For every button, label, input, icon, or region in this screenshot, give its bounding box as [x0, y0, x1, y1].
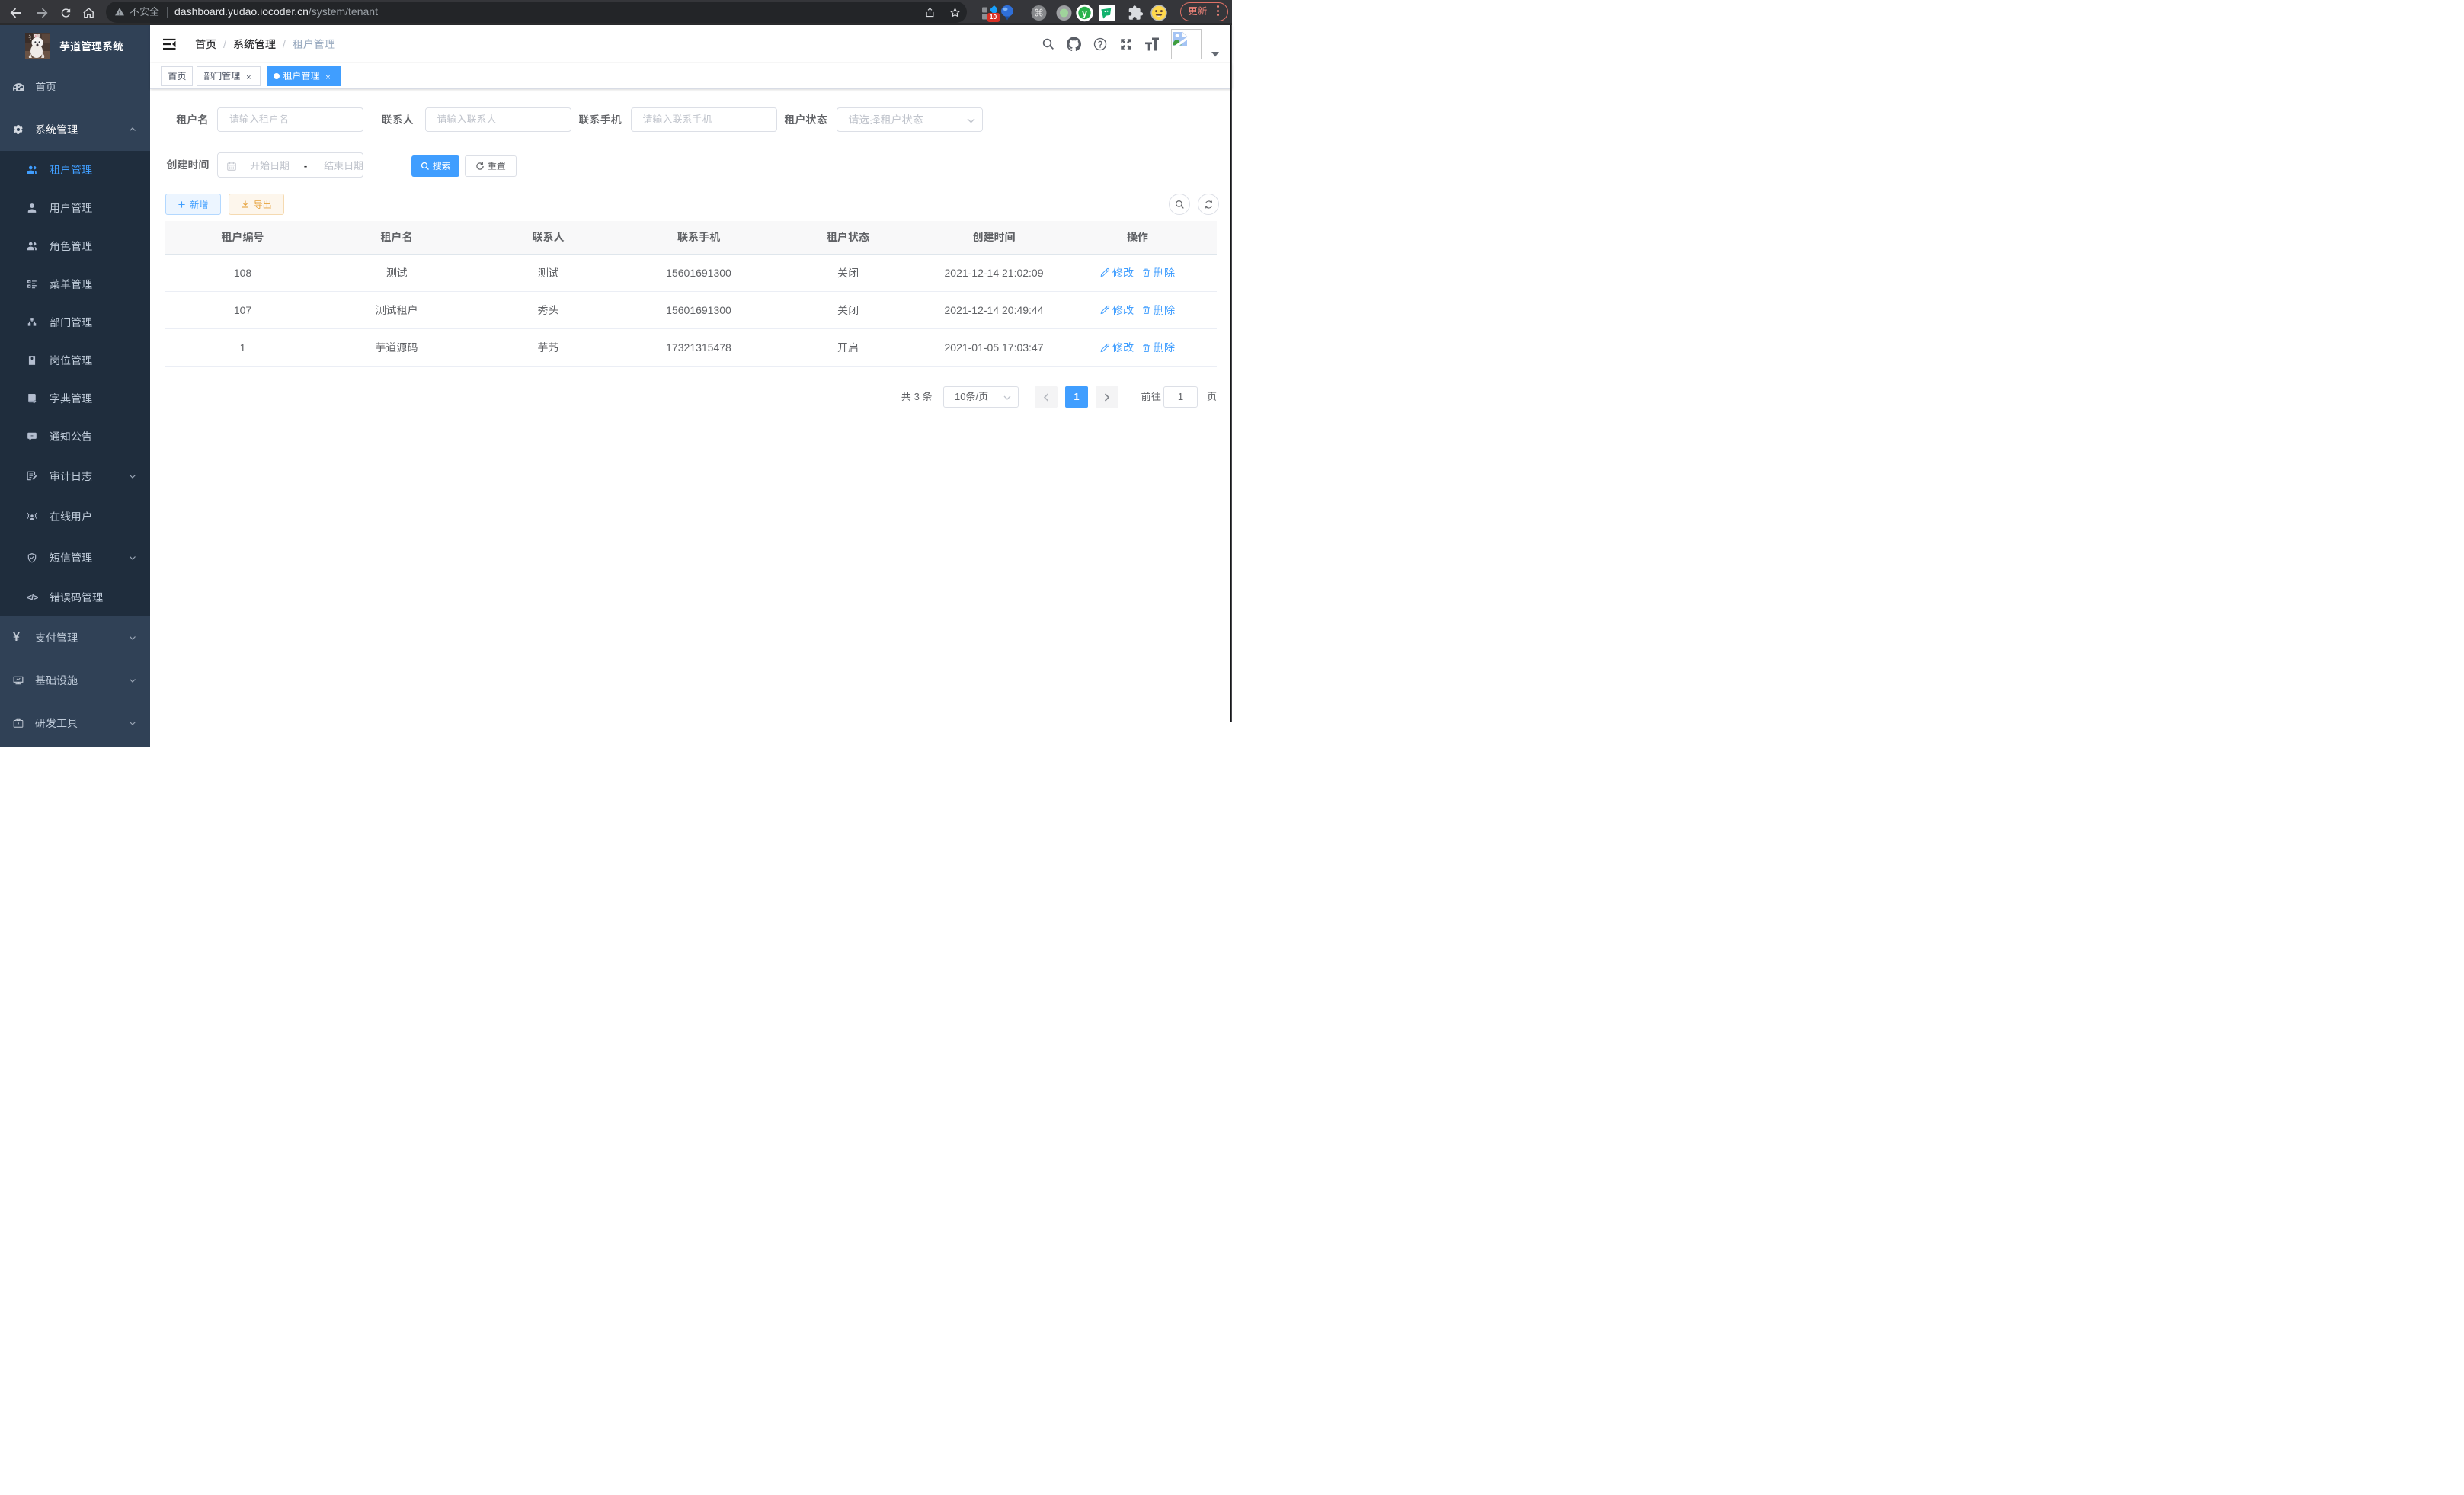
svg-text:y: y: [1082, 8, 1087, 18]
svg-text:⌘: ⌘: [1034, 7, 1044, 18]
